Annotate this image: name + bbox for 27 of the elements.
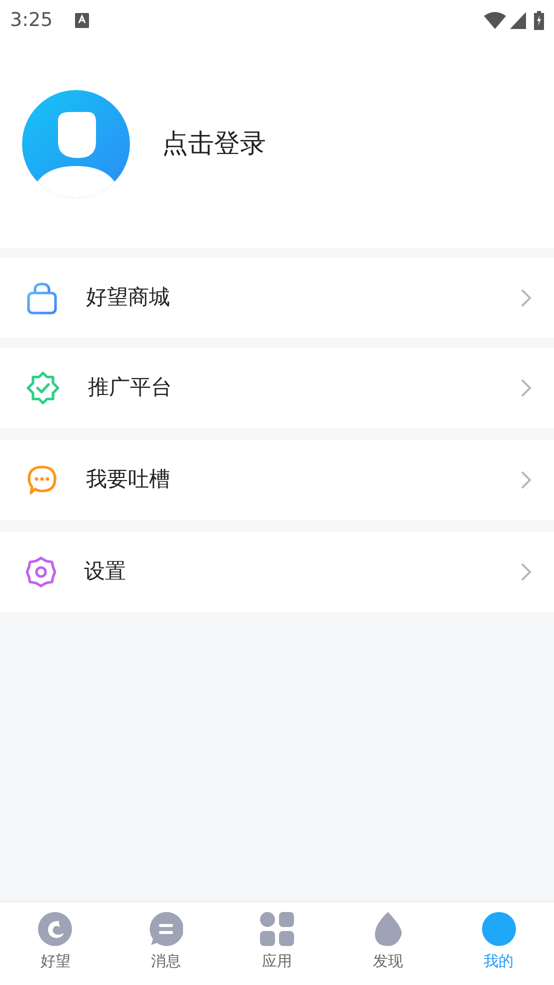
shopping-bag-icon	[26, 281, 58, 315]
settings-icon	[26, 556, 56, 588]
chevron-right-icon	[520, 378, 532, 398]
menu-item[interactable]: 设置	[0, 532, 554, 612]
menu-item[interactable]: 我要吐槽	[0, 440, 554, 520]
verified-badge-icon	[26, 371, 60, 405]
chevron-right-icon	[520, 562, 532, 582]
profile-icon	[482, 912, 516, 946]
tab-bar-item[interactable]: 好望	[0, 902, 111, 985]
crescent-logo-icon	[38, 912, 72, 946]
chevron-right-icon	[520, 470, 532, 490]
tab-bar-item[interactable]: 发现	[332, 902, 444, 985]
battery-icon	[534, 10, 544, 30]
menu-item[interactable]: 好望商城	[0, 258, 554, 338]
wifi-icon	[484, 12, 506, 28]
keyboard-icon	[74, 12, 89, 28]
tab-bar-item[interactable]: 应用	[222, 902, 332, 985]
login-link[interactable]: 点击登录	[162, 124, 266, 164]
apps-grid-icon	[260, 912, 294, 946]
signal-icon	[510, 12, 526, 28]
message-icon	[149, 912, 184, 946]
status-time: 3:25	[10, 8, 53, 33]
tab-bar-item[interactable]: 消息	[110, 902, 222, 985]
chevron-right-icon	[520, 288, 532, 308]
avatar-icon[interactable]	[22, 90, 130, 198]
menu-item[interactable]: 推广平台	[0, 348, 554, 428]
chat-bubble-icon	[26, 464, 58, 496]
